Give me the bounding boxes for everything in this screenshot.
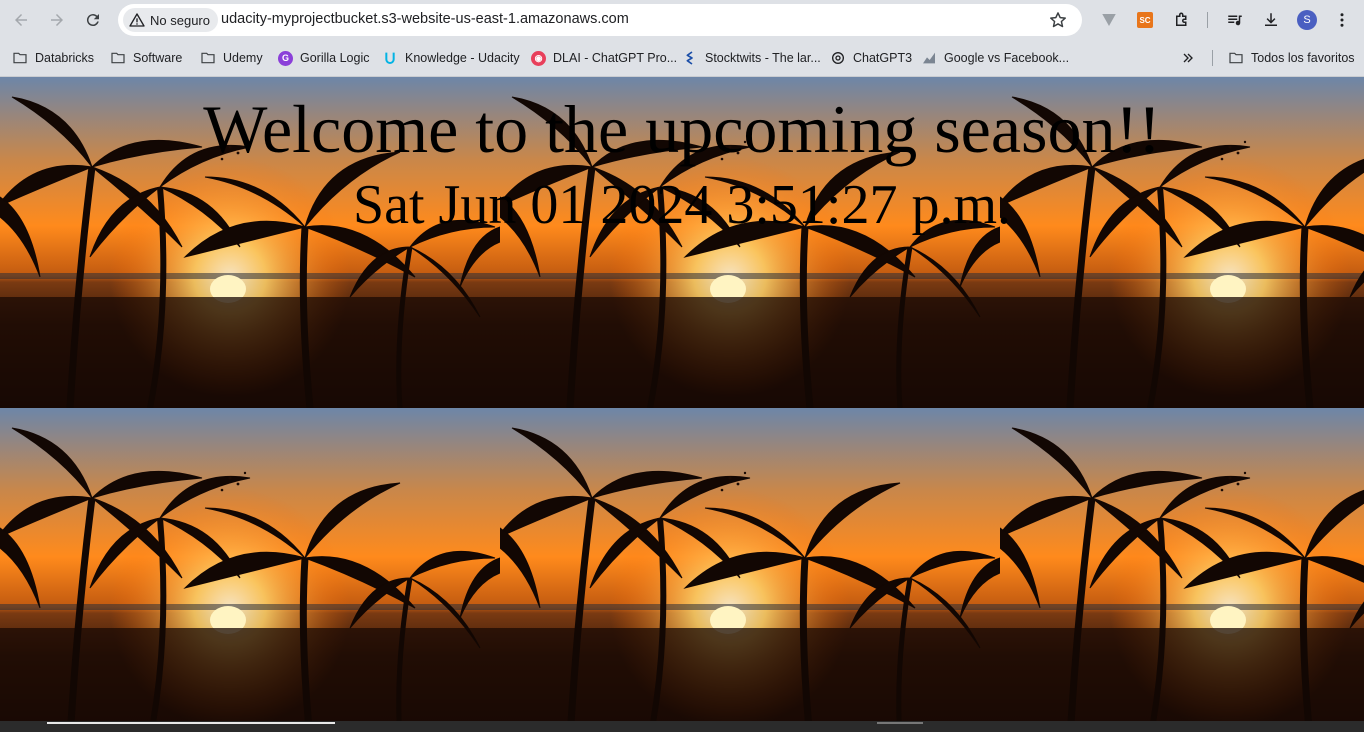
bookmark-gorilla-logic[interactable]: G Gorilla Logic [278, 48, 369, 68]
extensions-button[interactable] [1171, 9, 1193, 31]
background-tile [500, 408, 1000, 721]
bookmark-label: Gorilla Logic [300, 51, 370, 65]
udacity-icon [385, 52, 395, 64]
profile-avatar: S [1297, 10, 1317, 30]
toolbar-separator [1207, 12, 1208, 28]
downloads-button[interactable] [1260, 9, 1282, 31]
vpn-extension-icon[interactable] [1098, 9, 1120, 31]
warning-triangle-icon [129, 13, 145, 27]
bookmark-label: DLAI - ChatGPT Pro... [553, 51, 678, 65]
bookmark-label: Stocktwits - The lar... [705, 51, 821, 65]
menu-button[interactable] [1331, 9, 1353, 31]
forward-button[interactable] [43, 6, 71, 34]
page-datetime: Sat Jun 01 2024 3:51:27 p.m. [352, 174, 1012, 236]
background-tile [0, 408, 500, 721]
sunset-palm-trees-image [0, 408, 500, 721]
back-button[interactable] [7, 6, 35, 34]
openai-icon [832, 52, 844, 64]
security-label: No seguro [150, 12, 210, 28]
back-arrow-icon [15, 14, 27, 26]
bookmarks-bar: Databricks Software Udemy G Gorilla Logi… [0, 40, 1364, 77]
sc-extension-label: SC [1137, 12, 1153, 28]
bookmarks-overflow-button[interactable] [1180, 48, 1196, 68]
all-bookmarks-label: Todos los favoritos [1251, 51, 1355, 65]
address-bar[interactable]: No seguro udacity-myprojectbucket.s3-web… [118, 4, 1082, 36]
media-controls-button[interactable] [1224, 9, 1246, 31]
gorilla-logic-icon: G [278, 50, 293, 66]
bookmark-label: Knowledge - Udacity [405, 51, 520, 65]
scrollbar-track-marker [877, 722, 923, 724]
bookmark-chatgpt3[interactable]: ChatGPT3 [830, 48, 912, 68]
bookmark-label: ChatGPT3 [853, 51, 913, 65]
bookmark-label: Udemy [223, 51, 263, 65]
bookmark-software[interactable]: Software [110, 48, 182, 68]
background-tile [1000, 408, 1364, 721]
sunset-palm-trees-image [500, 408, 1000, 721]
chart-icon [923, 52, 935, 64]
bookmark-udemy[interactable]: Udemy [200, 48, 263, 68]
download-icon [1265, 13, 1277, 26]
horizontal-scrollbar[interactable] [0, 721, 1364, 732]
v-shield-icon [1102, 14, 1116, 26]
bookmark-google-vs-facebook[interactable]: Google vs Facebook... [921, 48, 1069, 68]
reload-button[interactable] [79, 6, 107, 34]
bookmark-databricks[interactable]: Databricks [12, 48, 94, 68]
folder-icon [201, 52, 215, 64]
queue-music-icon [1228, 15, 1242, 26]
folder-icon [111, 52, 125, 64]
bookmark-star-icon[interactable] [1048, 10, 1068, 30]
puzzle-icon [1176, 12, 1187, 26]
reload-icon [86, 14, 99, 27]
sunset-palm-trees-image [1000, 408, 1364, 721]
bookmark-knowledge-udacity[interactable]: Knowledge - Udacity [382, 48, 520, 68]
kebab-menu-icon [1340, 13, 1344, 27]
url-text[interactable]: udacity-myprojectbucket.s3-website-us-ea… [221, 11, 629, 27]
bookmark-label: Databricks [35, 51, 95, 65]
folder-icon [1229, 52, 1243, 64]
dlai-icon: ◉ [531, 50, 546, 66]
bookmark-label: Google vs Facebook... [944, 51, 1070, 65]
profile-button[interactable]: S [1296, 9, 1318, 31]
browser-toolbar: No seguro udacity-myprojectbucket.s3-web… [0, 0, 1364, 40]
security-chip[interactable]: No seguro [123, 8, 218, 32]
sc-extension-button[interactable]: SC [1134, 9, 1156, 31]
page-title: Welcome to the upcoming season!! [203, 91, 1161, 167]
bookmarks-separator [1212, 50, 1213, 66]
double-chevron-right-icon [1183, 53, 1193, 63]
forward-arrow-icon [51, 14, 63, 26]
bookmark-dlai[interactable]: ◉ DLAI - ChatGPT Pro... [531, 48, 677, 68]
all-bookmarks-button[interactable]: Todos los favoritos [1228, 48, 1355, 68]
folder-icon [13, 52, 27, 64]
stocktwits-icon [686, 51, 693, 65]
bookmark-stocktwits[interactable]: Stocktwits - The lar... [682, 48, 821, 68]
scrollbar-thumb[interactable] [47, 722, 335, 724]
page-viewport: Welcome to the upcoming season!! Sat Jun… [0, 77, 1364, 721]
bookmark-label: Software [133, 51, 183, 65]
